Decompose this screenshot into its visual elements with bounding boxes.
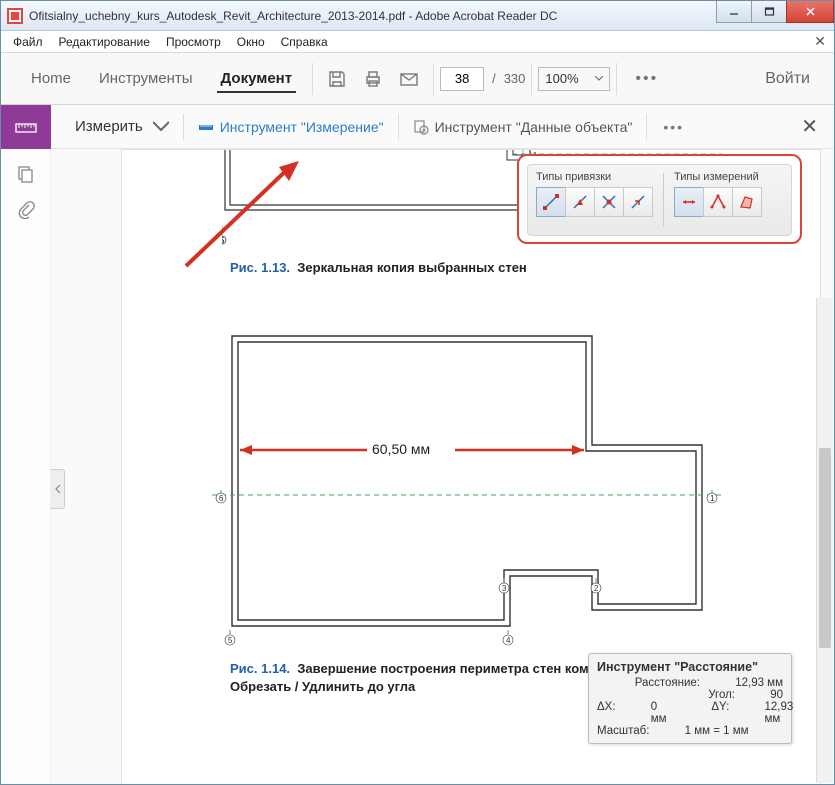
chevron-down-icon (595, 76, 603, 81)
svg-text:5: 5 (228, 636, 233, 645)
measure-label: Измерить (75, 118, 143, 135)
snap-types-popup: Типы привязки Типы измерений (517, 154, 802, 244)
menu-edit[interactable]: Редактирование (51, 33, 158, 51)
figure-1-14-drawing: 60,50 мм 6 1 3 2 5 4 (212, 330, 722, 650)
tooltip-title: Инструмент "Расстояние" (597, 660, 783, 674)
snap-endpoint-button[interactable] (536, 187, 566, 217)
measure-perimeter-button[interactable] (703, 187, 733, 217)
print-icon[interactable] (355, 61, 391, 97)
menu-window[interactable]: Окно (229, 33, 273, 51)
svg-text:3: 3 (502, 584, 507, 593)
save-icon[interactable] (319, 61, 355, 97)
measure-dropdown[interactable]: Измерить (65, 112, 179, 142)
navigation-pane (1, 149, 51, 784)
tool-measure-button[interactable]: Инструмент "Измерение" (188, 112, 394, 142)
zoom-value: 100% (545, 71, 578, 86)
figure-1-14-caption: Рис. 1.14. Завершение построения перимет… (230, 660, 630, 695)
menu-view[interactable]: Просмотр (158, 33, 229, 51)
scrollbar-thumb[interactable] (819, 448, 831, 648)
tab-document[interactable]: Документ (207, 56, 307, 101)
email-icon[interactable] (391, 61, 427, 97)
main-toolbar: Home Инструменты Документ / 330 100% •••… (1, 53, 834, 105)
titlebar: Ofitsialny_uchebny_kurs_Autodesk_Revit_A… (1, 1, 834, 31)
close-measure-toolbar[interactable]: ✕ (801, 114, 818, 139)
menubar: Файл Редактирование Просмотр Окно Справк… (1, 31, 834, 53)
zoom-select[interactable]: 100% (538, 67, 610, 91)
svg-text:4: 4 (506, 636, 511, 645)
thumbnails-icon[interactable] (17, 165, 35, 183)
window-title: Ofitsialny_uchebny_kurs_Autodesk_Revit_A… (29, 9, 717, 23)
page-navigation: / 330 (440, 67, 525, 91)
tab-tools[interactable]: Инструменты (85, 56, 207, 101)
page-sep: / (492, 71, 496, 86)
ruler-icon (198, 119, 214, 135)
minimize-button[interactable] (716, 1, 752, 23)
tool-object-data-button[interactable]: Инструмент "Данные объекта" (403, 112, 643, 142)
svg-text:6: 6 (219, 494, 224, 503)
snap-intersection-button[interactable] (594, 187, 624, 217)
more-measure-tools[interactable]: ••• (651, 119, 696, 135)
figure-1-13-drawing: 5 3 (222, 150, 552, 250)
measure-distance-button[interactable] (674, 187, 704, 217)
tool-object-data-label: Инструмент "Данные объекта" (435, 119, 633, 135)
object-data-icon (413, 119, 429, 135)
snap-types-label: Типы привязки (536, 171, 653, 183)
login-button[interactable]: Войти (757, 70, 818, 88)
snap-perpendicular-button[interactable] (623, 187, 653, 217)
figure-1-13-caption: Рис. 1.13. Зеркальная копия выбранных ст… (230, 260, 527, 275)
attachments-icon[interactable] (17, 201, 35, 219)
app-icon (7, 8, 23, 24)
vertical-scrollbar[interactable] (816, 298, 833, 783)
measure-types-label: Типы измерений (674, 171, 762, 183)
tool-measure-label: Инструмент "Измерение" (220, 119, 384, 135)
svg-text:2: 2 (594, 584, 599, 593)
menu-file[interactable]: Файл (5, 33, 51, 51)
more-tools-button[interactable]: ••• (623, 70, 670, 88)
document-close-icon[interactable]: ✕ (814, 33, 826, 50)
svg-text:60,50 мм: 60,50 мм (372, 441, 430, 457)
measure-area-button[interactable] (732, 187, 762, 217)
distance-tooltip: Инструмент "Расстояние" Расстояние: 12,9… (588, 653, 792, 744)
snap-midpoint-button[interactable] (565, 187, 595, 217)
tab-home[interactable]: Home (17, 56, 85, 101)
menu-help[interactable]: Справка (273, 33, 336, 51)
page-total: 330 (504, 71, 526, 86)
chevron-down-icon (153, 119, 169, 135)
measure-toolbar: Измерить Инструмент "Измерение" Инструме… (1, 105, 834, 149)
maximize-button[interactable] (751, 1, 787, 23)
measure-panel-icon[interactable] (1, 105, 51, 149)
collapse-sidebar-handle[interactable] (51, 469, 65, 509)
svg-text:1: 1 (710, 494, 715, 503)
close-button[interactable] (786, 1, 834, 23)
page-view[interactable]: 5 3 Рис. 1.13. Зеркальная копия выбранны… (51, 149, 834, 784)
page-number-input[interactable] (440, 67, 484, 91)
